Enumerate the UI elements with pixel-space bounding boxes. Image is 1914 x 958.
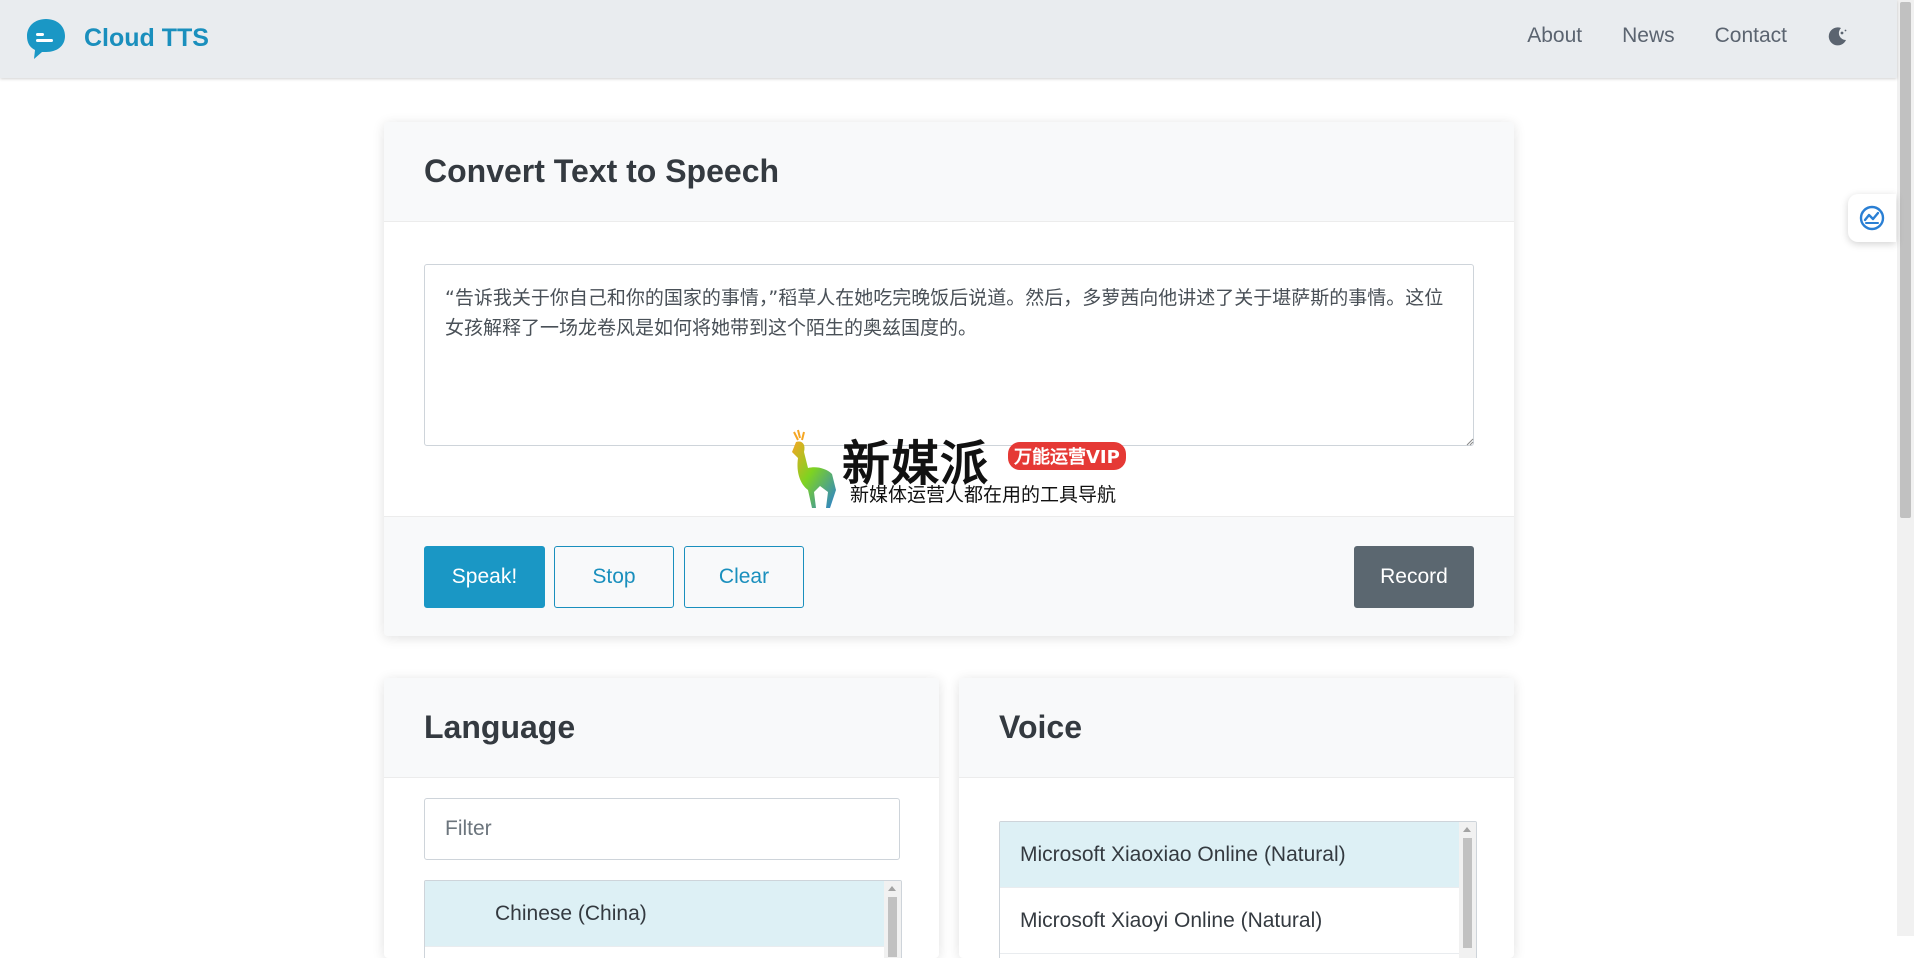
voice-list[interactable]: Microsoft Xiaoxiao Online (Natural) Micr… bbox=[999, 821, 1477, 958]
resize-grip-icon[interactable] bbox=[1464, 436, 1474, 446]
clear-button[interactable]: Clear bbox=[684, 546, 804, 608]
tts-title: Convert Text to Speech bbox=[424, 153, 780, 189]
watermark-subtitle: 新媒体运营人都在用的工具导航 bbox=[850, 484, 1117, 506]
watermark-badge: 万能运营VIP bbox=[1008, 442, 1126, 470]
floating-translate-widget[interactable] bbox=[1848, 194, 1896, 242]
deer-logo-icon bbox=[792, 429, 836, 508]
nav-links: About News Contact bbox=[1487, 24, 1849, 48]
chat-bubble-logo-icon bbox=[27, 19, 65, 59]
voice-option[interactable]: Microsoft Xiaoxiao Online (Natural) bbox=[1000, 822, 1476, 888]
nav-link-news[interactable]: News bbox=[1622, 24, 1675, 48]
nav-link-about[interactable]: About bbox=[1527, 24, 1582, 48]
brand[interactable]: Cloud TTS bbox=[24, 16, 209, 60]
record-button[interactable]: Record bbox=[1354, 546, 1474, 608]
stop-button[interactable]: Stop bbox=[554, 546, 674, 608]
voice-card: Voice Microsoft Xiaoxiao Online (Natural… bbox=[959, 678, 1514, 958]
navbar: Cloud TTS About News Contact bbox=[0, 0, 1897, 78]
language-card-header: Language bbox=[384, 678, 939, 778]
voice-list-scrollbar-thumb[interactable] bbox=[1463, 838, 1472, 948]
translate-icon bbox=[1859, 205, 1885, 231]
text-input[interactable]: “告诉我关于你自己和你的国家的事情，”稻草人在她吃完晚饭后说道。然后，多萝茜向他… bbox=[424, 264, 1474, 446]
page-scrollbar[interactable] bbox=[1897, 0, 1914, 936]
tts-card-header: Convert Text to Speech bbox=[384, 122, 1514, 222]
scroll-up-arrow-icon[interactable] bbox=[1463, 827, 1471, 832]
voice-card-header: Voice bbox=[959, 678, 1514, 778]
language-card: Language Chinese (China) bbox=[384, 678, 939, 958]
tts-card: Convert Text to Speech “告诉我关于你自己和你的国家的事情… bbox=[384, 122, 1514, 636]
voice-option[interactable]: Microsoft Xiaoyi Online (Natural) bbox=[1000, 888, 1476, 954]
watermark-overlay: 新媒派 万能运营VIP 新媒体运营人都在用的工具导航 bbox=[780, 428, 1140, 510]
page-scrollbar-thumb[interactable] bbox=[1900, 2, 1911, 518]
voice-title: Voice bbox=[999, 709, 1082, 745]
speak-button[interactable]: Speak! bbox=[424, 546, 545, 608]
moon-icon[interactable] bbox=[1827, 25, 1849, 47]
language-list-scrollbar-thumb[interactable] bbox=[888, 897, 897, 957]
language-list-scrollbar[interactable] bbox=[884, 881, 901, 958]
tts-card-footer: Speak! Stop Clear Record bbox=[384, 516, 1514, 636]
language-filter-input[interactable] bbox=[424, 798, 900, 860]
scroll-up-arrow-icon[interactable] bbox=[888, 886, 896, 891]
language-option[interactable]: Chinese (China) bbox=[425, 881, 901, 947]
voice-list-scrollbar[interactable] bbox=[1459, 822, 1476, 958]
nav-link-contact[interactable]: Contact bbox=[1715, 24, 1787, 48]
brand-name: Cloud TTS bbox=[84, 23, 209, 52]
language-title: Language bbox=[424, 709, 576, 745]
language-list[interactable]: Chinese (China) bbox=[424, 880, 902, 958]
